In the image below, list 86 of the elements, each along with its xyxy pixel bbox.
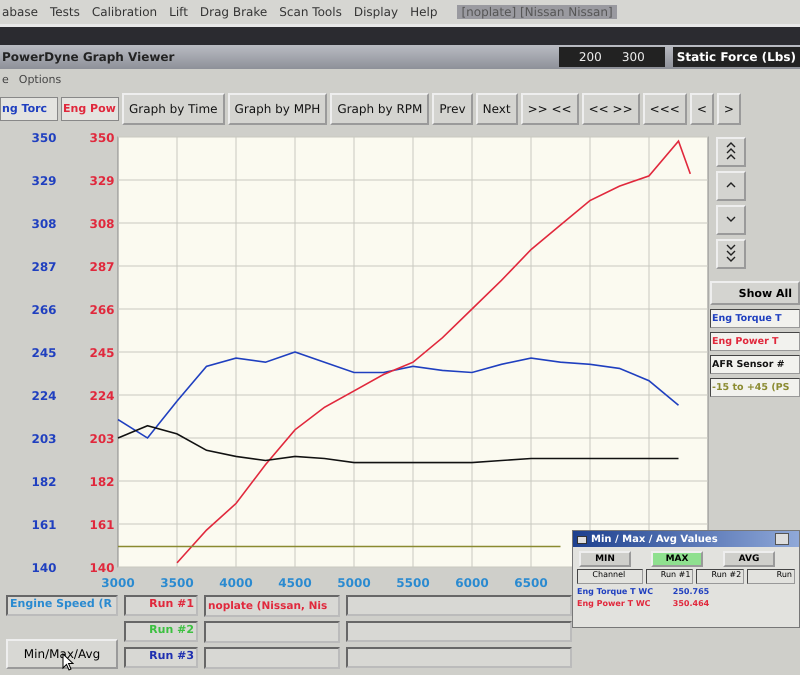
show-all-button[interactable]: Show All <box>710 281 800 305</box>
chevron-down-icon <box>726 216 736 224</box>
axis-header: Eng Pow <box>61 97 119 121</box>
triple-chevron-up-icon <box>726 142 736 162</box>
torque-axis-label: 203 <box>31 432 57 446</box>
run-value: 250.765 <box>672 587 710 596</box>
scroll-bottom-button[interactable] <box>716 239 746 269</box>
menu-item[interactable]: e <box>2 72 9 86</box>
menu-item[interactable]: Tests <box>50 5 80 19</box>
x-axis-label: 6500 <box>514 576 548 590</box>
x-axis-label: 3500 <box>160 576 194 590</box>
menu-item[interactable]: Options <box>18 72 62 86</box>
power-axis-label: 329 <box>89 174 115 188</box>
torque-axis-label: 266 <box>31 303 57 317</box>
power-axis-label: 266 <box>89 303 115 317</box>
menu-item[interactable]: Help <box>410 5 438 19</box>
power-axis-label: 161 <box>89 518 115 532</box>
x-axis-label: 6000 <box>455 576 489 590</box>
power-axis-label: 182 <box>89 475 115 489</box>
channel-name: Eng Torque T WC <box>577 587 654 596</box>
power-axis-label: 350 <box>89 131 115 145</box>
run-label: Run #2 <box>124 621 198 642</box>
torque-axis-label: 308 <box>31 217 57 231</box>
menu-item[interactable]: Drag Brake <box>200 5 268 19</box>
column-header: Channel <box>577 569 643 584</box>
menu-item[interactable]: abase <box>2 5 38 19</box>
column-header: Run #2 <box>696 569 744 584</box>
menu-item[interactable]: Lift <box>169 5 188 19</box>
toolbar-button[interactable]: Graph by Time <box>122 93 225 125</box>
toolbar-button[interactable]: <<< <box>642 93 687 125</box>
torque-axis-label: 350 <box>31 131 57 145</box>
power-axis-label: 224 <box>89 389 115 403</box>
x-axis-label: 4500 <box>278 576 312 590</box>
mode-button[interactable]: MAX <box>651 551 703 567</box>
axis-header: ng Torc <box>0 97 58 121</box>
torque-axis-label: 224 <box>31 389 57 403</box>
toolbar-button[interactable]: Graph by RPM <box>330 93 430 125</box>
column-header: Run <box>747 569 795 584</box>
power-axis-label: 140 <box>89 561 115 575</box>
range-value: 200 <box>578 50 602 64</box>
torque-axis-label: 329 <box>31 174 57 188</box>
run-label: Run #1 <box>124 595 198 616</box>
menu-item[interactable]: Calibration <box>92 5 158 19</box>
window-title: Min / Max / Avg Values <box>591 534 719 544</box>
run-vehicle-field: noplate (Nissan, Nis <box>204 595 340 617</box>
channel-legend-item[interactable]: AFR Sensor # <box>710 355 800 374</box>
window-title: [noplate] [Nissan Nissan] <box>457 5 617 19</box>
chevron-up-icon <box>726 182 736 190</box>
torque-axis-label: 140 <box>31 561 57 575</box>
power-axis-label: 308 <box>89 217 115 231</box>
range-value: 300 <box>622 50 645 64</box>
toolbar-button[interactable]: Next <box>476 93 518 125</box>
torque-axis-label: 245 <box>31 346 57 360</box>
power-axis-label: 245 <box>89 346 115 360</box>
static-force-label: Static Force (Lbs) <box>672 47 800 67</box>
toolbar-button[interactable]: << >> <box>582 93 640 125</box>
menu-item[interactable]: Scan Tools <box>279 5 342 19</box>
menu-item[interactable]: Display <box>354 5 398 19</box>
x-axis-label: 4000 <box>219 576 253 590</box>
min-max-avg-button[interactable]: Min/Max/Avg <box>6 639 118 669</box>
torque-axis-label: 287 <box>31 260 57 274</box>
window-icon <box>577 534 587 544</box>
torque-axis-label: 161 <box>31 518 57 532</box>
mode-button[interactable]: MIN <box>579 551 631 567</box>
power-axis-label: 287 <box>89 260 115 274</box>
mode-button[interactable]: AVG <box>723 551 775 567</box>
toolbar-button[interactable]: > <box>716 93 741 125</box>
column-header: Run #1 <box>646 569 694 584</box>
toolbar-button[interactable]: < <box>690 93 714 125</box>
x-axis-label: 5000 <box>337 576 371 590</box>
channel-legend-item[interactable]: Eng Power T <box>710 332 800 351</box>
channel-legend-item[interactable]: Eng Torque T <box>710 309 800 328</box>
toolbar-button[interactable]: Prev <box>432 93 473 125</box>
run-value: 350.464 <box>672 599 710 608</box>
toolbar-button[interactable]: >> << <box>520 93 579 125</box>
torque-axis-label: 182 <box>31 475 57 489</box>
triple-chevron-down-icon <box>726 244 736 264</box>
minimize-button[interactable] <box>775 533 789 545</box>
x-axis-label: 3000 <box>101 576 135 590</box>
channel-name: Eng Power T WC <box>577 599 652 608</box>
window-title: PowerDyne Graph Viewer <box>1 50 176 64</box>
toolbar-button[interactable]: Graph by MPH <box>228 93 328 125</box>
x-axis-label: 5500 <box>396 576 430 590</box>
run-label: Run #3 <box>124 647 198 668</box>
power-axis-label: 203 <box>89 432 115 446</box>
scroll-top-button[interactable] <box>716 137 746 167</box>
